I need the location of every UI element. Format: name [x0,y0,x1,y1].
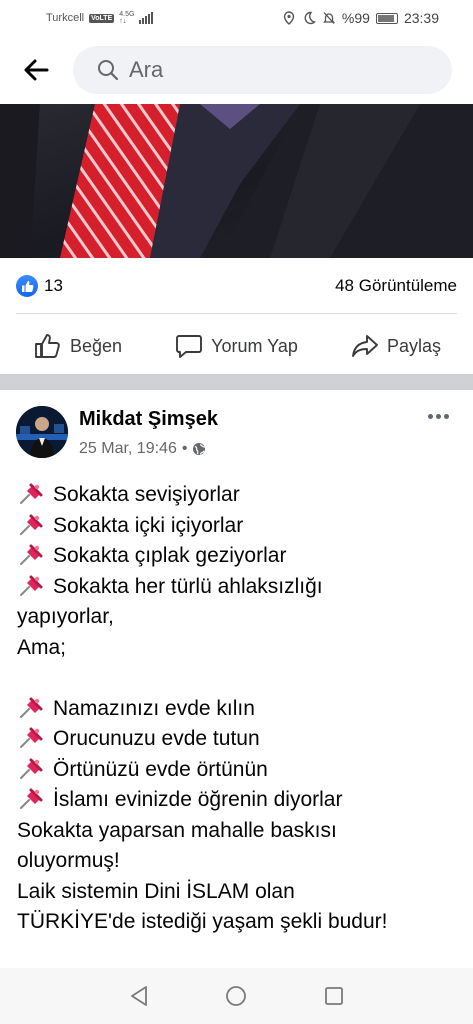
post-line: Sokakta sevişiyorlar [17,480,459,511]
post-line: yapıyorlar, [17,602,459,633]
comment-icon [176,335,203,358]
clock: 23:39 [403,10,439,26]
pushpin-icon [20,788,43,809]
post-line-text: TÜRKİYE'de istediği yaşam şekli budur! [17,910,388,933]
post-line: Ama; [17,633,459,664]
more-dot-icon [427,413,433,419]
network-indicator: 4.5G ↑↓ [119,11,134,25]
post-line-text: Laik sistemin Dini İSLAM olan [17,879,295,903]
carrier-label: Turkcell [46,12,85,24]
network-arrows: ↑↓ [119,18,127,25]
reaction-count: 13 [44,276,63,295]
volte-badge: VoLTE [89,13,115,23]
post-actions: Beğen Yorum Yap Paylaş [0,322,473,370]
battery-icon [375,12,398,24]
view-count[interactable]: 48 Görüntüleme [335,276,457,296]
network-type: 4.5G [119,11,135,18]
post-time[interactable]: 25 Mar, 19:46 [79,440,177,458]
divider [16,313,457,314]
nav-recents-button[interactable] [320,982,348,1010]
nav-back-button[interactable] [125,982,153,1010]
comment-label: Yorum Yap [211,335,298,356]
post-line-text: Sokakta her türlü ahlaksızlığı [53,574,323,598]
triangle-back-icon [130,986,147,1006]
post-line: Orucunuzu evde tutun [17,724,459,755]
post-line-text: İslamı evinizde öğrenin diyorlar [53,788,343,811]
avatar-image [16,406,68,458]
post-line-text: Ama; [17,635,67,659]
more-dot-icon [435,413,441,419]
nav-home-button[interactable] [222,982,250,1010]
post-line-text: yapıyorlar, [17,605,114,628]
share-button[interactable]: Paylaş [351,333,441,359]
system-nav-bar [0,968,473,1024]
search-placeholder: Ara [129,57,164,82]
post-line: Sokakta çıplak geziyorlar [17,541,459,572]
back-button[interactable] [20,54,52,86]
post-line: Sokakta içki içiyorlar [17,511,459,542]
post-line-text: Sokakta çıplak geziyorlar [53,544,287,567]
post-line: Sokakta her türlü ahlaksızlığı [17,572,459,603]
status-bar: Turkcell VoLTE 4.5G ↑↓ %99 23:39 [0,0,473,36]
post-line: Laik sistemin Dini İSLAM olan [17,877,459,908]
comment-button[interactable]: Yorum Yap [175,333,298,359]
location-icon [283,11,295,25]
more-dot-icon [443,413,449,419]
post-image[interactable] [0,104,473,258]
post-header: Mikdat Şimşek 25 Mar, 19:46 • [16,400,457,466]
status-left: Turkcell VoLTE 4.5G ↑↓ [46,11,154,25]
post-line-text: Sokakta içki içiyorlar [53,513,244,537]
post-line-text: Sokakta yaparsan mahalle baskısı [17,818,337,842]
moon-icon [304,11,316,25]
avatar[interactable] [16,406,68,458]
share-label: Paylaş [386,335,441,356]
status-right: %99 23:39 [282,10,439,26]
thumbs-up-icon [35,334,60,358]
pushpin-icon [20,758,43,779]
reaction-summary[interactable]: 13 [16,275,63,297]
post-line: Sokakta yaparsan mahalle baskısı [17,816,459,847]
post-line-text: oluyormuş! [17,849,120,872]
like-reaction-icon [16,275,38,297]
post-line: oluyormuş! [17,846,459,877]
post-line: TÜRKİYE'de istediği yaşam şekli budur! [17,907,459,938]
post-line-text: Örtünüzü evde örtünün [53,757,268,781]
pushpin-icon [20,514,43,535]
globe-icon [193,443,206,455]
back-arrow-icon [24,59,49,81]
square-recents-icon [325,987,344,1005]
post-line: İslamı evinizde öğrenin diyorlar [17,785,459,816]
post-line-text: Namazınızı evde kılın [53,696,255,720]
signal-icon [139,12,154,24]
pushpin-icon [20,575,43,596]
mute-bell-icon [322,12,335,24]
post-line-text: Sokakta sevişiyorlar [53,483,240,506]
pushpin-icon [20,544,43,565]
battery-percent: %99 [341,10,370,26]
pushpin-icon [20,697,43,718]
post-line [17,663,459,694]
share-arrow-icon [352,335,378,357]
search-icon [98,60,119,81]
search-input[interactable]: Ara [73,46,452,94]
top-bar: Ara [0,36,473,104]
like-button[interactable]: Beğen [34,333,122,359]
suit-photo [0,104,473,258]
post-author[interactable]: Mikdat Şimşek [79,408,218,431]
post-meta: 25 Mar, 19:46 • [79,440,206,458]
post-text: Sokakta sevişiyorlar Sokakta içki içiyorl… [17,480,459,938]
meta-separator: • [181,440,188,457]
section-separator [0,374,473,390]
post-line: Namazınızı evde kılın [17,694,459,725]
post-line: Örtünüzü evde örtünün [17,755,459,786]
pushpin-icon [20,727,43,748]
pushpin-icon [20,483,43,504]
reactions-row: 13 48 Görüntüleme [16,270,457,302]
post-line-text: Orucunuzu evde tutun [53,727,260,750]
circle-home-icon [226,986,247,1006]
more-options-button[interactable] [423,406,453,426]
like-label: Beğen [70,335,123,356]
